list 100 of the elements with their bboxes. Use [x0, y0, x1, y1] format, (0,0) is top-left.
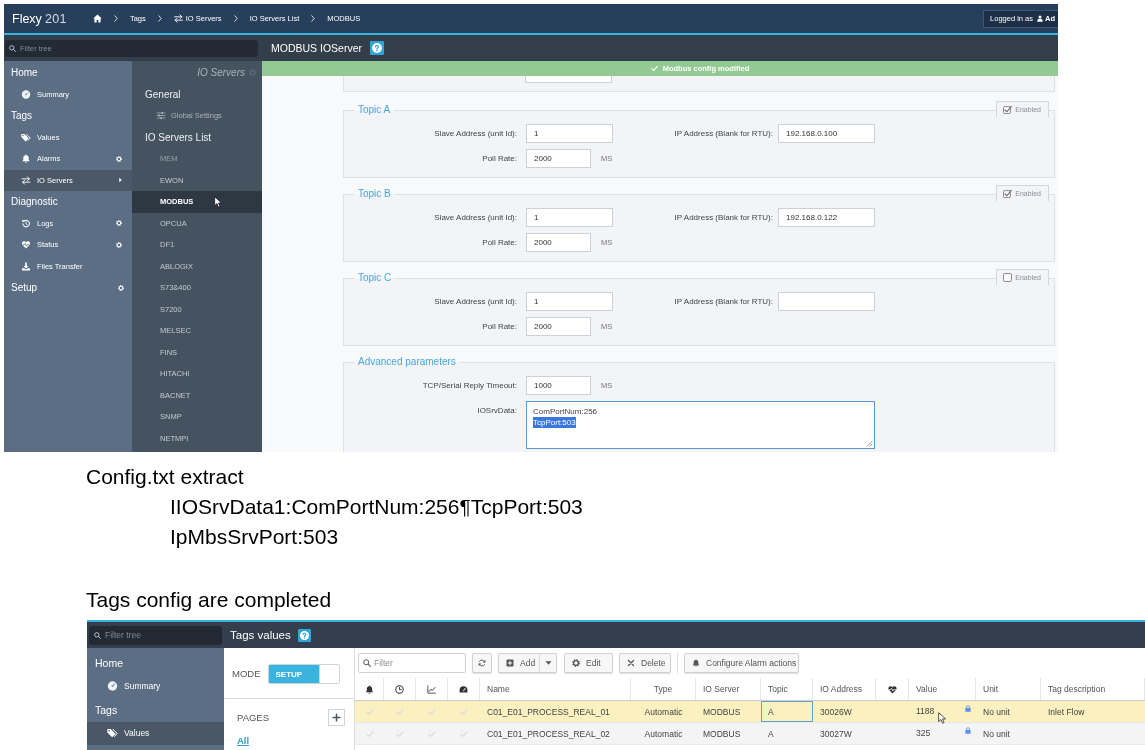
column-header[interactable]: Tag description	[1041, 678, 1145, 700]
mode-label: MODE	[232, 667, 261, 681]
caption-text: Config.txt extract	[86, 464, 244, 490]
product-name: Flexy	[12, 11, 42, 26]
resize-grip-icon[interactable]	[866, 440, 873, 447]
nav-section[interactable]: Diagnostic	[4, 191, 132, 213]
text-line: ComPortNum:256	[533, 406, 598, 417]
nav-section[interactable]: Tags	[4, 105, 132, 127]
history-icon	[21, 218, 31, 228]
close-icon	[627, 659, 635, 667]
field-label: IOSrvData:	[476, 405, 517, 417]
checkbox-icon[interactable]	[1003, 105, 1013, 114]
panel-title: Topic A	[357, 104, 392, 116]
transfer-icon	[21, 175, 31, 185]
column-header[interactable]: Value	[909, 678, 976, 700]
clock-icon[interactable]	[395, 684, 404, 694]
chevron-icon	[113, 15, 118, 22]
input-field[interactable]: 1	[526, 124, 613, 143]
input-field[interactable]: 192.168.0.100	[778, 124, 875, 143]
table-row[interactable]: C01_E01_PROCESS_REAL_02 Automatic MODBUS A 30027W 325 No unit	[355, 723, 1145, 745]
table-cell-text: No unit	[982, 705, 1011, 719]
column-header[interactable]: IO Address	[813, 678, 876, 700]
bell-icon	[21, 154, 31, 164]
nav-section: IO Servers List	[132, 126, 262, 148]
help-icon[interactable]	[297, 628, 311, 642]
refresh-button[interactable]	[472, 653, 492, 673]
column-header[interactable]: Type	[631, 678, 696, 700]
field-label: Poll Rate:	[481, 153, 517, 165]
line-chart-icon[interactable]	[427, 684, 436, 694]
input-field[interactable]: 2000	[526, 317, 591, 336]
caret-right-icon	[119, 177, 122, 184]
delete-button[interactable]: Delete	[619, 653, 671, 673]
panel-title: Advanced parameters	[357, 356, 457, 368]
edit-button[interactable]: Edit	[564, 653, 613, 673]
user-icon	[1037, 15, 1043, 22]
nav-section[interactable]: Home	[87, 651, 224, 675]
search-icon	[363, 659, 371, 667]
speedometer-icon[interactable]	[459, 684, 468, 694]
model-number: 201	[44, 11, 67, 26]
configure-alarms-button[interactable]: Configure Alarm actions	[684, 653, 799, 673]
text-area[interactable]: ComPortNum:256 TcpPort:503	[526, 401, 875, 449]
checkbox-icon[interactable]	[1003, 189, 1013, 198]
gear-icon	[572, 659, 580, 667]
refresh-icon	[478, 659, 486, 667]
config-line: IIOSrvData1:ComPortNum:256¶TcpPort:503	[170, 494, 583, 520]
pages-label: PAGES	[237, 710, 270, 725]
table-cell-text: C01_E01_PROCESS_REAL_01	[486, 705, 611, 719]
download-icon	[21, 261, 31, 271]
mouse-pointer-icon	[214, 196, 222, 208]
page-title: Tags values	[230, 629, 291, 641]
heartbeat-icon[interactable]	[887, 684, 897, 694]
column-header[interactable]: Unit	[976, 678, 1041, 700]
nav-section[interactable]: Home	[4, 62, 132, 84]
table-row[interactable]: C01_E01_PROCESS_REAL_01 Automatic MODBUS A 30026W 1188 No unit Inlet Flow	[355, 701, 1145, 723]
transfer-icon	[173, 14, 183, 23]
nav-item[interactable]: Summary	[87, 674, 224, 698]
bell-icon[interactable]	[364, 684, 374, 694]
input-field[interactable]: 1	[526, 292, 613, 311]
checkbox-icon[interactable]	[1003, 273, 1013, 282]
nav-item[interactable]: Values	[87, 721, 224, 745]
column-header[interactable]: Topic	[761, 678, 813, 700]
table-cell[interactable]: A	[761, 701, 813, 722]
gauge-icon	[107, 681, 118, 692]
table-cell-text: Inlet Flow	[1047, 705, 1086, 719]
table-cell-text: 325	[916, 727, 931, 740]
field-label: TCP/Serial Reply Timeout:	[421, 380, 517, 392]
nav-section: General	[132, 83, 262, 105]
tag-icon	[107, 728, 118, 739]
field-label: IP Address (Blank for RTU):	[673, 296, 773, 308]
mouse-pointer-icon	[938, 712, 946, 724]
panel-title: Topic B	[357, 188, 392, 200]
column-header[interactable]: IO Server	[696, 678, 761, 700]
home-icon[interactable]	[92, 14, 102, 23]
field-label: IP Address (Blank for RTU):	[673, 212, 773, 224]
chevron-icon	[311, 15, 316, 22]
input-field[interactable]	[525, 76, 612, 83]
input-field[interactable]: 1000	[526, 376, 591, 395]
chevron-icon	[233, 15, 238, 22]
caret-down-icon	[544, 661, 552, 665]
nav-section[interactable]: Setup	[4, 277, 132, 299]
table-cell[interactable]: A	[761, 723, 813, 744]
page-link[interactable]: All	[237, 734, 250, 747]
table-cell-text: 1188	[916, 705, 935, 718]
filter-field[interactable]: Filter tree	[89, 625, 222, 645]
filter-field[interactable]: Filter	[358, 653, 466, 673]
input-field[interactable]: 1	[526, 208, 613, 227]
column-header[interactable]: Name	[480, 678, 631, 700]
plus-icon	[332, 713, 341, 722]
table-cell-text: Automatic	[643, 705, 684, 719]
nav-section[interactable]: Tags	[87, 698, 224, 722]
input-field[interactable]	[778, 292, 875, 311]
dropdown-button[interactable]	[540, 653, 557, 673]
table-cell-text: MODBUS	[702, 727, 742, 741]
add-page-button[interactable]	[328, 709, 345, 726]
input-field[interactable]: 192.168.0.122	[778, 208, 875, 227]
input-field[interactable]: 2000	[526, 149, 591, 168]
input-field[interactable]: 2000	[526, 233, 591, 252]
add-button[interactable]: Add	[498, 653, 540, 673]
table-cell-text: No unit	[982, 727, 1011, 741]
plus-square-icon	[506, 659, 514, 667]
